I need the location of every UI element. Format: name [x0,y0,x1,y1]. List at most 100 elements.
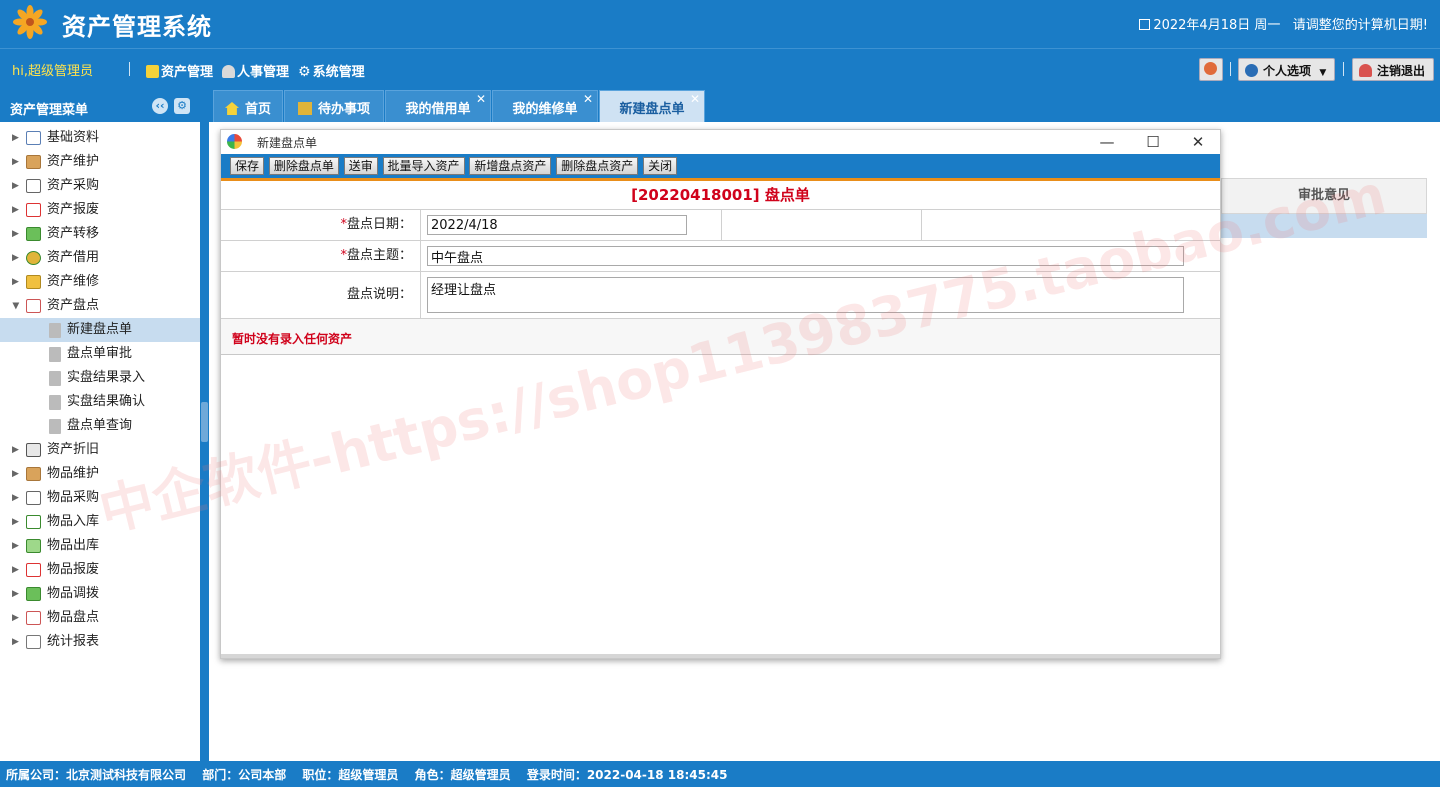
logout-button[interactable]: 注销退出 [1352,58,1435,81]
expand-arrow-icon[interactable]: ▶ [12,606,19,630]
description-field[interactable]: 经理让盘点 [427,277,1184,313]
sidebar-item-asset-transfer[interactable]: ▶ 资产转移 [0,222,200,246]
expand-arrow-icon[interactable]: ▶ [12,462,19,486]
splitter-grip[interactable] [201,402,208,442]
subject-row: *盘点主题： [221,241,1220,272]
maximize-icon[interactable]: ☐ [1138,131,1168,153]
submit-review-button[interactable]: 送审 [343,157,378,175]
close-tab-icon[interactable]: ✕ [476,92,486,106]
expand-arrow-icon[interactable]: ▶ [12,630,19,654]
sidebar-item-asset-purchase[interactable]: ▶ 资产采购 [0,174,200,198]
nav-divider [129,62,130,76]
date-field[interactable] [427,215,687,235]
tab-todo[interactable]: 待办事项 [284,90,384,122]
expand-arrow-icon[interactable]: ▶ [12,486,19,510]
expand-arrow-icon[interactable]: ▶ [12,246,19,270]
menu-system-management[interactable]: ⚙ 系统管理 [298,61,365,80]
user-icon [1359,64,1372,77]
sidebar-item-asset-borrow[interactable]: ▶ 资产借用 [0,246,200,270]
calendar-icon [26,611,41,625]
settings-icon[interactable]: ⚙ [174,98,190,114]
sidebar-item-asset-depreciation[interactable]: ▶ 资产折旧 [0,438,200,462]
refresh-button[interactable] [1199,58,1223,81]
nav-divider [1343,62,1344,76]
sidebar-item-goods-scrap[interactable]: ▶ 物品报废 [0,558,200,582]
transfer-icon [26,227,41,241]
todo-icon [297,102,312,115]
subject-label: *盘点主题： [221,241,421,271]
sidebar-item-goods-maintenance[interactable]: ▶ 物品维护 [0,462,200,486]
sidebar-item-goods-inventory[interactable]: ▶ 物品盘点 [0,606,200,630]
sidebar-item-asset-scrap[interactable]: ▶ 资产报废 [0,198,200,222]
sidebar-item-statistics-report[interactable]: ▶ 统计报表 [0,630,200,654]
delete-inventory-button[interactable]: 删除盘点单 [268,157,339,175]
expand-arrow-icon[interactable]: ▶ [12,198,19,222]
tab-my-repair[interactable]: 我的维修单 ✕ [492,90,598,122]
sidebar-item-goods-inbound[interactable]: ▶ 物品入库 [0,510,200,534]
sidebar-splitter[interactable] [200,90,209,761]
menu-hr-management[interactable]: 人事管理 [222,61,289,80]
dialog-titlebar[interactable]: 新建盘点单 — ☐ ✕ [221,130,1220,154]
database-icon [26,131,41,145]
chart-icon [26,635,41,649]
sidebar-item-result-confirm[interactable]: 实盘结果确认 [0,390,200,414]
help-icon [1245,64,1258,77]
sidebar-item-inventory-query[interactable]: 盘点单查询 [0,414,200,438]
document-icon [49,419,61,434]
collapse-arrow-icon[interactable]: ▶ [3,303,27,310]
empty-asset-notice: 暂时没有录入任何资产 [221,319,1220,355]
dialog-title: 新建盘点单 [257,136,318,150]
add-asset-button[interactable]: 新增盘点资产 [469,157,552,175]
home-icon [224,102,239,115]
refresh-icon [1204,62,1217,75]
tab-my-borrow[interactable]: 我的借用单 ✕ [385,90,491,122]
box-icon [26,467,41,481]
sidebar-item-goods-allocation[interactable]: ▶ 物品调拨 [0,582,200,606]
document-icon [49,323,61,338]
delete-asset-button[interactable]: 删除盘点资产 [556,157,639,175]
sidebar-item-asset-inventory[interactable]: ▶ 资产盘点 [0,294,200,318]
sidebar-item-inventory-approval[interactable]: 盘点单审批 [0,342,200,366]
expand-arrow-icon[interactable]: ▶ [12,558,19,582]
expand-arrow-icon[interactable]: ▶ [12,126,19,150]
tab-home[interactable]: 首页 [213,90,283,122]
subject-field[interactable] [427,246,1184,266]
expand-arrow-icon[interactable]: ▶ [12,222,19,246]
sidebar-item-goods-outbound[interactable]: ▶ 物品出库 [0,534,200,558]
expand-arrow-icon[interactable]: ▶ [12,174,19,198]
expand-arrow-icon[interactable]: ▶ [12,534,19,558]
save-button[interactable]: 保存 [230,157,265,175]
document-title: [20220418001] 盘点单 [221,181,1220,210]
repair-icon [26,275,41,289]
status-department: 部门：公司本部 [202,768,287,782]
close-tab-icon[interactable]: ✕ [583,92,593,106]
close-tab-icon[interactable]: ✕ [690,92,700,106]
expand-arrow-icon[interactable]: ▶ [12,438,19,462]
expand-arrow-icon[interactable]: ▶ [12,582,19,606]
expand-arrow-icon[interactable]: ▶ [12,270,19,294]
close-icon[interactable]: ✕ [1183,131,1213,153]
close-button[interactable]: 关闭 [643,157,678,175]
sidebar-item-basic-data[interactable]: ▶ 基础资料 [0,126,200,150]
collapse-icon[interactable]: ‹‹ [152,98,168,114]
sidebar-item-result-entry[interactable]: 实盘结果录入 [0,366,200,390]
current-date: 2022年4月18日 周一 [1153,18,1281,33]
sidebar-item-asset-repair[interactable]: ▶ 资产维修 [0,270,200,294]
sidebar-item-asset-maintenance[interactable]: ▶ 资产维护 [0,150,200,174]
expand-arrow-icon[interactable]: ▶ [12,510,19,534]
tab-new-inventory[interactable]: 新建盘点单 ✕ [599,90,705,122]
personal-options-button[interactable]: 个人选项 ▼ [1238,58,1336,81]
sidebar-item-goods-purchase[interactable]: ▶ 物品采购 [0,486,200,510]
sidebar-tree: ▶ 基础资料 ▶ 资产维护 ▶ 资产采购 ▶ 资产报废 ▶ 资产转移 ▶ 资产借用 ▶ 资产维… [0,122,200,654]
menu-asset-management[interactable]: 资产管理 [146,61,213,80]
batch-import-button[interactable]: 批量导入资产 [382,157,465,175]
user-greeting: hi,超级管理员 [12,64,93,79]
sidebar: 资产管理菜单 ‹‹ ⚙ ▶ 基础资料 ▶ 资产维护 ▶ 资产采购 ▶ 资产报废 ▶ 资产转… [0,90,200,761]
status-company: 所属公司：北京测试科技有限公司 [6,768,187,782]
cart-icon [26,491,41,505]
expand-arrow-icon[interactable]: ▶ [12,150,19,174]
minimize-icon[interactable]: — [1092,131,1122,153]
status-role: 角色：超级管理员 [414,768,511,782]
sidebar-item-new-inventory[interactable]: 新建盘点单 [0,318,200,342]
table-row[interactable] [1221,214,1427,238]
